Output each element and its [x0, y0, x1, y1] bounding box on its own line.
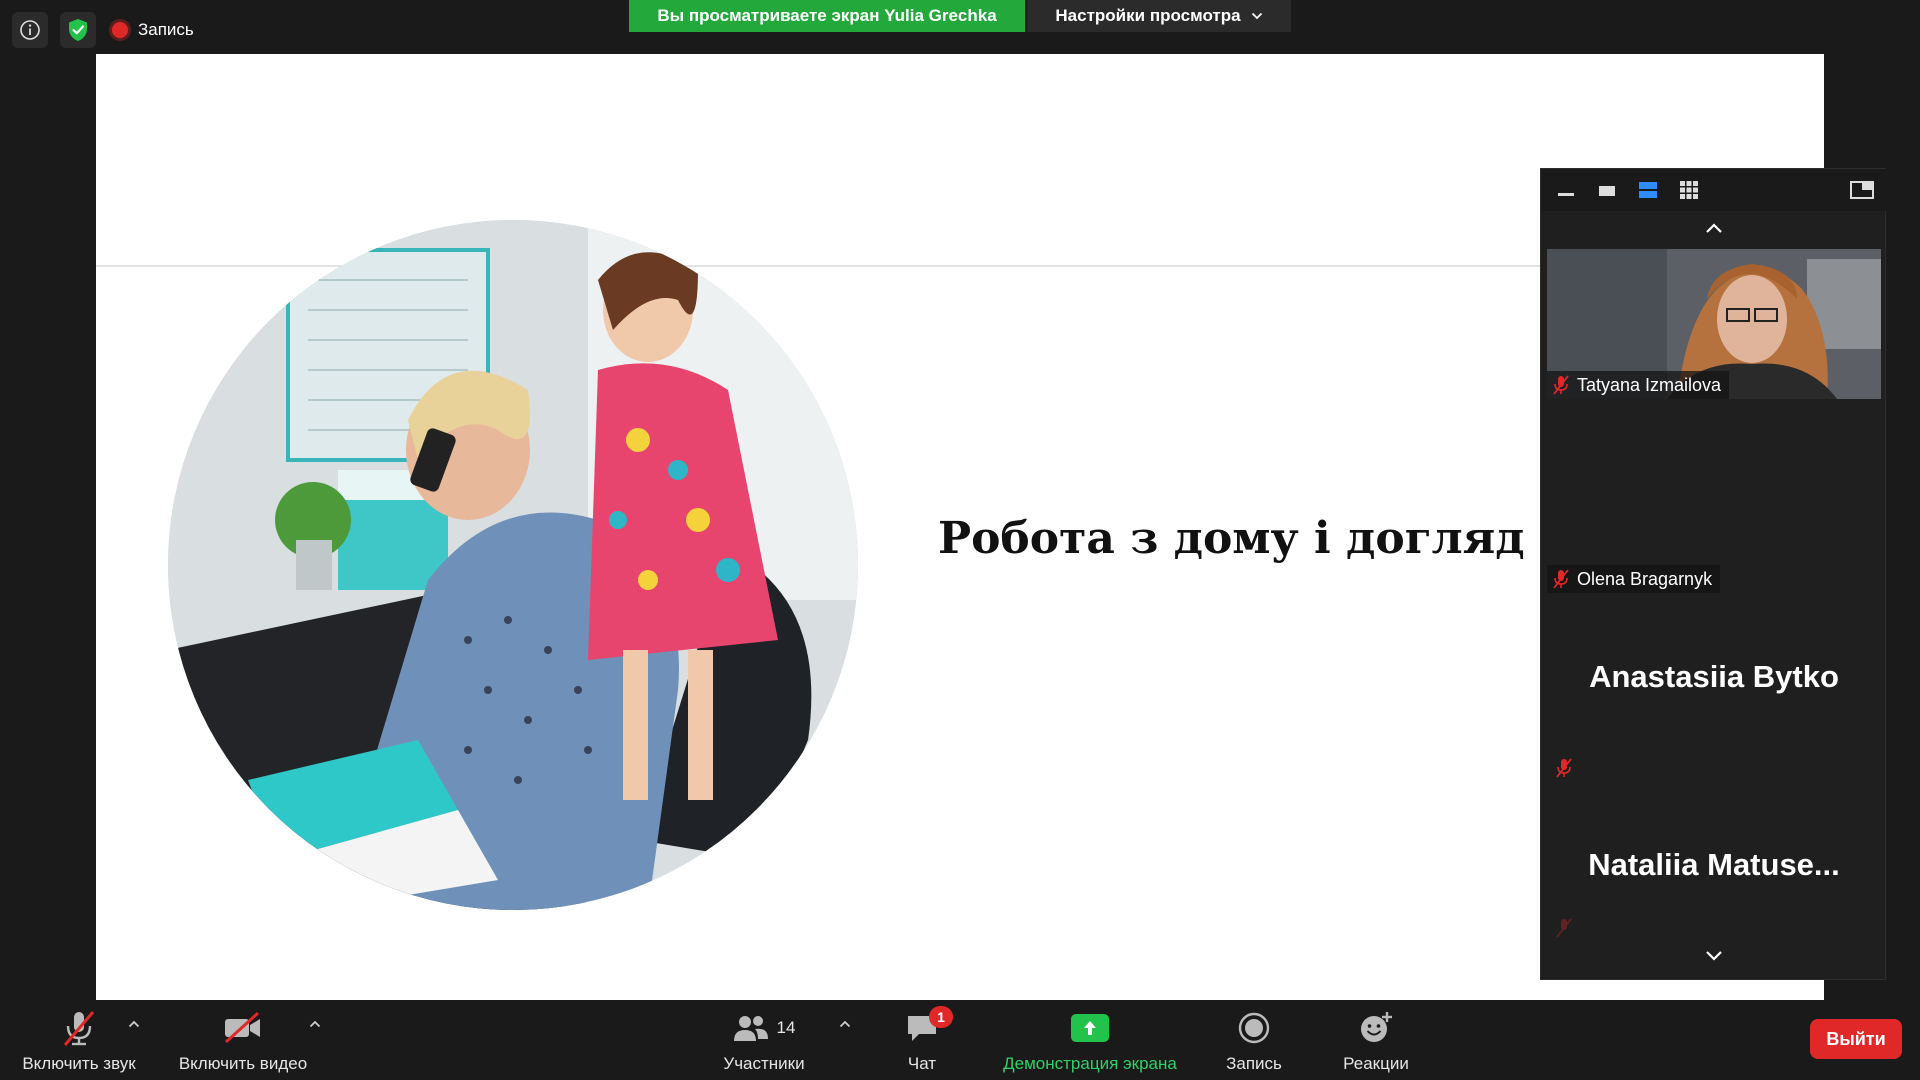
record-label: Запись [1226, 1054, 1282, 1073]
chat-label: Чат [907, 1054, 937, 1073]
chevron-down-icon [1706, 951, 1722, 961]
view-options-label: Настройки просмотра [1055, 6, 1241, 25]
grid-view-icon [1680, 181, 1698, 199]
recording-label: Запись [138, 20, 194, 39]
unmute-label: Включить звук [22, 1054, 136, 1073]
audio-options-caret[interactable] [124, 1014, 144, 1034]
participants-count: 14 [776, 1018, 796, 1037]
minimize-icon [1558, 193, 1574, 196]
participants-button[interactable]: 14 Участники [712, 1008, 816, 1074]
participants-label: Участники [723, 1054, 805, 1073]
picture-in-picture-icon [1850, 181, 1874, 199]
meeting-controls: Включить звук Включить видео 14 Участник… [0, 1000, 1920, 1080]
reactions-label: Реакции [1343, 1054, 1409, 1073]
zoom-window: Запись Вы просматриваете экран Yulia Gre… [0, 0, 1920, 1080]
record-button[interactable]: Запись [1218, 1008, 1290, 1074]
participant-display-name: Anastasiia Bytko [1589, 659, 1839, 694]
recording-dot-icon [112, 22, 128, 38]
participant-tile[interactable]: Tatyana Izmailova [1547, 249, 1881, 399]
chevron-down-icon [1251, 12, 1262, 20]
video-off-icon [224, 1011, 260, 1044]
add-reaction-icon [1361, 1012, 1392, 1042]
exit-fullscreen-button[interactable] [1849, 179, 1875, 201]
share-screen-label: Демонстрация экрана [1003, 1054, 1177, 1073]
leave-button[interactable]: Выйти [1810, 1019, 1902, 1059]
info-icon [20, 20, 40, 40]
reactions-button[interactable]: Реакции [1334, 1008, 1418, 1074]
meeting-info-button[interactable] [12, 12, 48, 48]
participant-tile[interactable]: Olena Bragarnyk [1547, 403, 1881, 593]
chevron-up-icon [1706, 223, 1722, 233]
video-options-caret[interactable] [305, 1014, 325, 1034]
gallery-toolbar [1541, 169, 1887, 211]
muted-mic-icon [1553, 569, 1569, 589]
grid-view-button[interactable] [1676, 179, 1702, 201]
chevron-up-icon [839, 1020, 851, 1028]
muted-mic-icon [1556, 918, 1572, 938]
share-screen-button[interactable]: Демонстрация экрана [990, 1008, 1190, 1074]
participant-tile[interactable]: Anastasiia Bytko [1547, 595, 1881, 785]
muted-mic-icon [1553, 375, 1569, 395]
scroll-down-button[interactable] [1541, 941, 1887, 971]
muted-mic-icon [63, 1011, 95, 1046]
strip-view-button[interactable] [1635, 179, 1661, 201]
viewing-screen-banner: Вы просматриваете экран Yulia Grechka [629, 0, 1025, 32]
minimize-button[interactable] [1553, 179, 1579, 201]
muted-mic-icon [1556, 758, 1572, 778]
start-video-button[interactable]: Включить видео [170, 1008, 316, 1074]
participants-icon [733, 1016, 768, 1041]
view-options-button[interactable]: Настройки просмотра [1027, 0, 1291, 32]
participant-tile[interactable]: Nataliia Matuse... [1547, 787, 1881, 941]
chevron-up-icon [309, 1020, 321, 1028]
strip-view-icon [1639, 182, 1657, 198]
start-video-label: Включить видео [178, 1054, 308, 1073]
single-view-button[interactable] [1594, 179, 1620, 201]
single-view-icon [1599, 186, 1615, 196]
security-button[interactable] [60, 12, 96, 48]
chevron-up-icon [128, 1020, 140, 1028]
share-screen-icon [1071, 1014, 1109, 1042]
participant-display-name: Nataliia Matuse... [1588, 847, 1840, 882]
participant-name: Olena Bragarnyk [1577, 568, 1713, 589]
participant-name-tag: Olena Bragarnyk [1547, 565, 1721, 593]
slide-photo [168, 220, 858, 910]
participant-mute-indicator [1553, 915, 1575, 941]
participant-mute-indicator [1553, 755, 1575, 781]
shield-check-icon [69, 19, 87, 41]
participants-gallery: Tatyana Izmailova Olena Bragarnyk Anasta… [1540, 168, 1887, 980]
participant-name-tag: Tatyana Izmailova [1547, 371, 1730, 399]
chat-button[interactable]: 1 Чат [892, 1006, 953, 1074]
record-icon [1238, 1012, 1270, 1044]
chat-unread-badge: 1 [929, 1006, 953, 1028]
participants-options-caret[interactable] [835, 1014, 855, 1034]
slide-photo-image [168, 220, 858, 910]
recording-indicator[interactable]: Запись [112, 16, 194, 44]
scroll-up-button[interactable] [1541, 213, 1887, 243]
participant-name: Tatyana Izmailova [1577, 374, 1722, 395]
top-bar: Запись Вы просматриваете экран Yulia Gre… [0, 0, 1920, 54]
